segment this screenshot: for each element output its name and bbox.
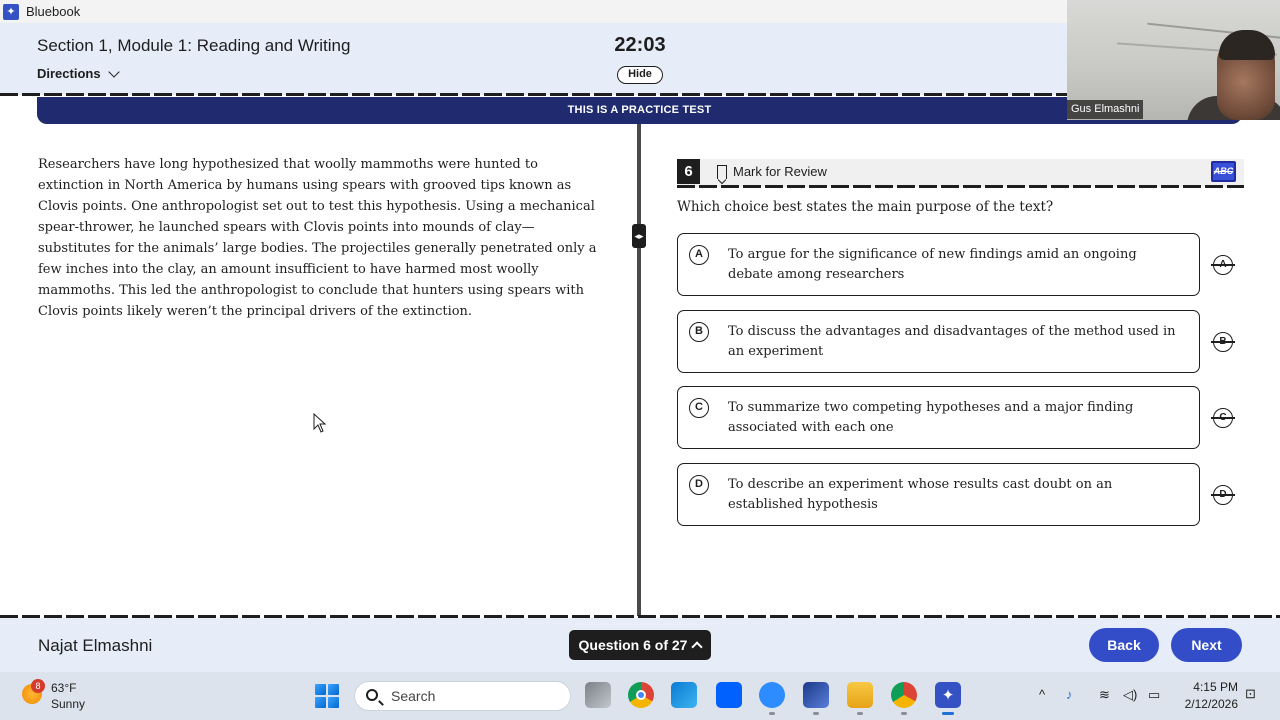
search-placeholder: Search [391, 688, 436, 704]
file-explorer-icon[interactable] [585, 682, 611, 708]
chrome-profile-icon[interactable] [891, 682, 917, 715]
remote-desktop-icon[interactable] [671, 682, 697, 708]
taskbar-search-input[interactable]: Search [354, 681, 571, 711]
choice-text: To argue for the significance of new fin… [728, 247, 1137, 282]
answer-choice-a[interactable]: A To argue for the significance of new f… [677, 233, 1200, 296]
mouse-cursor-icon [313, 413, 327, 433]
question-number: 6 [677, 159, 700, 184]
timer: 22:03 [614, 34, 666, 56]
eliminate-choice-a-button[interactable]: A [1211, 255, 1235, 275]
mark-for-review-label: Mark for Review [733, 164, 827, 179]
choice-letter: B [689, 322, 709, 342]
start-tile [315, 697, 326, 708]
zoom-icon[interactable] [759, 682, 785, 715]
weather-badge: 8 [31, 679, 45, 693]
choice-text: To discuss the advantages and disadvanta… [728, 324, 1176, 359]
eliminate-choice-b-button[interactable]: B [1211, 332, 1235, 352]
next-button[interactable]: Next [1171, 628, 1242, 662]
notifications-icon[interactable]: ⊡ [1245, 686, 1256, 702]
question-navigator-label: Question 6 of 27 [578, 637, 688, 653]
reading-passage: Researchers have long hypothesized that … [38, 157, 597, 319]
microphone-icon[interactable]: ♪ [1066, 687, 1073, 702]
question-header-divider [677, 185, 1244, 188]
bluebook-logo-icon: ✦ [3, 3, 19, 20]
weather-temperature[interactable]: 63°F [51, 681, 76, 695]
show-hidden-icons-chevron-icon[interactable]: ^ [1039, 687, 1045, 702]
eliminate-choice-d-button[interactable]: D [1211, 485, 1235, 505]
question-navigator-button[interactable]: Question 6 of 27 [569, 630, 711, 660]
bluebook-app: ✦ Bluebook Section 1, Module 1: Reading … [0, 0, 1280, 720]
chrome-icon[interactable] [628, 682, 654, 708]
choice-text: To describe an experiment whose results … [728, 477, 1113, 512]
practice-test-banner: THIS IS A PRACTICE TEST [37, 97, 1242, 124]
choice-text: To summarize two competing hypotheses an… [728, 400, 1134, 435]
clock-date[interactable]: 2/12/2026 [1176, 697, 1238, 711]
section-title: Section 1, Module 1: Reading and Writing [37, 36, 351, 55]
choice-letter: C [689, 398, 709, 418]
directions-toggle[interactable]: Directions [37, 65, 120, 81]
windows-start-button[interactable] [315, 684, 339, 708]
directions-label: Directions [37, 66, 101, 81]
hide-timer-button[interactable]: Hide [617, 66, 663, 84]
weather-description[interactable]: Sunny [51, 697, 85, 711]
dropbox-icon[interactable] [716, 682, 742, 708]
answer-choice-c[interactable]: C To summarize two competing hypotheses … [677, 386, 1200, 449]
folder-icon[interactable] [847, 682, 873, 715]
volume-icon[interactable]: ◁) [1123, 687, 1137, 703]
task-manager-icon[interactable] [803, 682, 829, 715]
answer-choice-b[interactable]: B To discuss the advantages and disadvan… [677, 310, 1200, 373]
webcam-name-tag: Gus Elmashni [1067, 100, 1144, 119]
answer-eliminator-button[interactable]: ABC [1211, 161, 1236, 182]
start-tile [328, 684, 339, 695]
wifi-icon[interactable]: ≋ [1099, 687, 1110, 703]
mark-for-review-button[interactable]: Mark for Review [717, 164, 827, 179]
question-prompt: Which choice best states the main purpos… [677, 199, 1054, 215]
bluebook-icon[interactable]: ✦ [935, 682, 961, 715]
pane-divider[interactable] [637, 124, 641, 616]
start-tile [315, 684, 326, 695]
question-header: 6 Mark for Review ABC [677, 159, 1244, 187]
chrome-center [636, 690, 646, 700]
window-title: Bluebook [26, 4, 81, 19]
windows-taskbar: 8 63°F Sunny Search ✦ ^ ♪ ≋ ◁) ▭ 4:15 PM… [0, 672, 1280, 720]
start-tile [328, 697, 339, 708]
search-icon [366, 689, 378, 701]
back-button[interactable]: Back [1089, 628, 1159, 662]
test-footer: Najat Elmashni Question 6 of 27 Back Nex… [0, 618, 1280, 672]
battery-icon[interactable]: ▭ [1148, 687, 1160, 703]
clock-time[interactable]: 4:15 PM [1186, 680, 1238, 694]
chevron-up-icon [691, 641, 704, 653]
choice-letter: D [689, 475, 709, 495]
chevron-down-icon [107, 65, 120, 78]
eliminate-choice-c-button[interactable]: C [1211, 408, 1235, 428]
student-name: Najat Elmashni [38, 636, 153, 655]
webcam-video: Gus Elmashni [1067, 0, 1280, 120]
bookmark-icon [717, 164, 727, 179]
choice-letter: A [689, 245, 709, 265]
answer-choice-d[interactable]: D To describe an experiment whose result… [677, 463, 1200, 526]
resize-handle-icon[interactable]: ◂▸ [632, 224, 646, 248]
